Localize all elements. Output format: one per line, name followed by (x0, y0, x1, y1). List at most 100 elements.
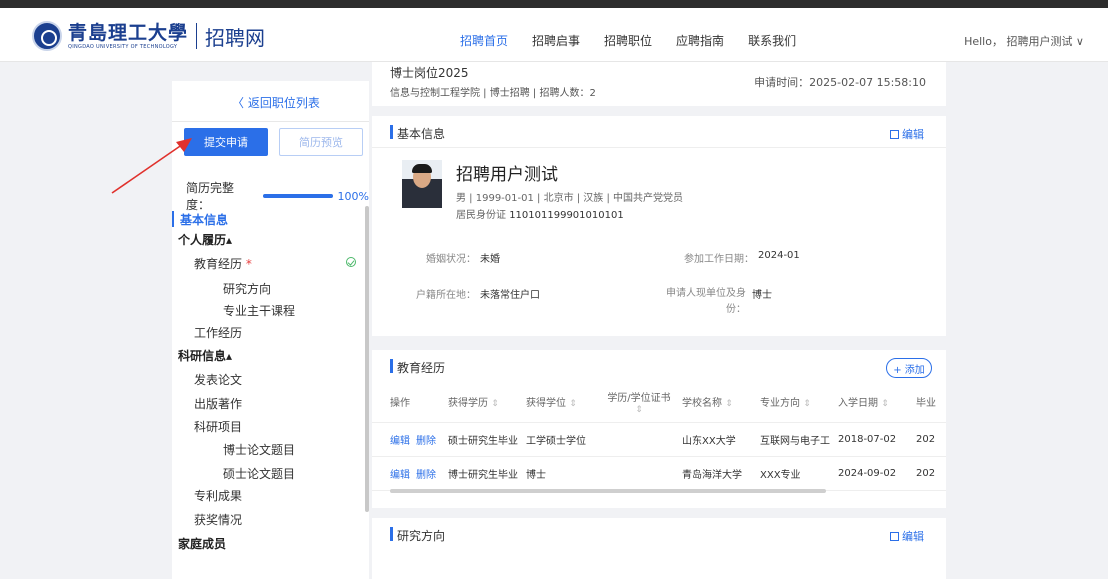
nav-contact[interactable]: 联系我们 (748, 32, 796, 49)
menu-personal-history[interactable]: 个人履历▴ (178, 231, 232, 248)
table-horizontal-scrollbar[interactable] (390, 489, 826, 493)
cell-start-date: 2018-07-02 (834, 422, 912, 457)
delete-row-link[interactable]: 删除 (416, 436, 436, 447)
menu-awards[interactable]: 获奖情况 (194, 511, 242, 528)
section-header: 教育经历 + 添加 (372, 350, 946, 382)
nav-positions[interactable]: 招聘职位 (604, 32, 652, 49)
menu-phd-thesis[interactable]: 博士论文题目 (223, 441, 295, 458)
edit-research-button[interactable]: 编辑 (890, 528, 924, 544)
cell-certificate (600, 422, 678, 457)
completeness-percent: 100% (337, 189, 369, 203)
logo-name-cn: 青島理工大學 (68, 22, 189, 44)
edit-icon (890, 532, 899, 541)
divider (172, 121, 369, 122)
identity-value: 博士 (752, 290, 772, 301)
sort-icon: ⇕ (491, 399, 499, 410)
sort-icon: ⇕ (635, 404, 643, 415)
menu-major-courses[interactable]: 专业主干课程 (223, 302, 295, 319)
cell-certificate (600, 456, 678, 491)
section-title: 教育经历 (397, 361, 446, 375)
logo-name-en: QINGDAO UNIVERSITY OF TECHNOLOGY (68, 44, 178, 50)
job-info-panel: 博士岗位2025 信息与控制工程学院 | 博士招聘 | 招聘人数：2 申请时间：… (372, 62, 946, 106)
education-panel: 教育经历 + 添加 操作 获得学历 ⇕ 获得学位 ⇕ 学历/学位证书 ⇕ 学校名称… (372, 350, 946, 508)
main-nav: 招聘首页 招聘启事 招聘职位 应聘指南 联系我们 (460, 32, 796, 49)
menu-family[interactable]: 家庭成员 (178, 535, 226, 552)
col-degree-level[interactable]: 获得学历 ⇕ (444, 382, 522, 423)
marital-status-label: 婚姻状况： (426, 254, 476, 265)
applicant-id: 居民身份证 110101199901010101 (456, 210, 624, 221)
menu-papers[interactable]: 发表论文 (194, 371, 242, 388)
edit-row-link[interactable]: 编辑 (390, 470, 410, 481)
cell-degree-level: 硕士研究生毕业 (444, 422, 522, 457)
hukou-label: 户籍所在地： (416, 290, 476, 301)
menu-research-direction[interactable]: 研究方向 (223, 280, 271, 297)
table-header-row: 操作 获得学历 ⇕ 获得学位 ⇕ 学历/学位证书 ⇕ 学校名称 ⇕ 专业方向 ⇕ … (372, 382, 946, 423)
site-header: 青島理工大學 QINGDAO UNIVERSITY OF TECHNOLOGY … (0, 8, 1108, 62)
active-menu-indicator (172, 211, 174, 227)
resume-preview-button[interactable]: 简历预览 (279, 128, 363, 156)
caret-up-icon: ▴ (226, 233, 233, 247)
cell-school: 青岛海洋大学 (678, 456, 756, 491)
cell-school: 山东XX大学 (678, 422, 756, 457)
sort-icon: ⇕ (569, 399, 577, 410)
user-menu[interactable]: Hello， 招聘用户测试 ∨ (964, 33, 1084, 49)
menu-education[interactable]: 教育经历 * (194, 255, 252, 272)
job-title: 博士岗位2025 (390, 66, 469, 80)
col-certificate[interactable]: 学历/学位证书 ⇕ (600, 382, 678, 423)
apply-time: 申请时间：2025-02-07 15:58:10 (754, 76, 926, 89)
col-degree[interactable]: 获得学位 ⇕ (522, 382, 600, 423)
work-date-label: 参加工作日期： (684, 254, 754, 265)
back-to-list-link[interactable]: 〈 返回职位列表 (232, 94, 320, 111)
col-actions: 操作 (372, 382, 444, 423)
add-education-button[interactable]: + 添加 (886, 358, 932, 378)
menu-patents[interactable]: 专利成果 (194, 487, 242, 504)
menu-work-experience[interactable]: 工作经历 (194, 324, 242, 341)
table-row: 编辑 删除 硕士研究生毕业 工学硕士学位 山东XX大学 互联网与电子工 2018-… (372, 422, 946, 457)
cell-degree-level: 博士研究生毕业 (444, 456, 522, 491)
caret-up-icon: ▴ (226, 349, 233, 363)
menu-basic-info[interactable]: 基本信息 (180, 211, 228, 228)
menu-master-thesis[interactable]: 硕士论文题目 (223, 465, 295, 482)
nav-guide[interactable]: 应聘指南 (676, 32, 724, 49)
marital-status-value: 未婚 (480, 254, 500, 265)
section-accent-bar (390, 125, 393, 139)
sidebar-scrollbar[interactable] (365, 206, 369, 512)
cell-graduation: 202 (912, 422, 946, 457)
edit-icon (890, 130, 899, 139)
section-title: 基本信息 (397, 127, 446, 141)
section-header: 研究方向 编辑 (372, 518, 946, 550)
menu-research-info[interactable]: 科研信息▴ (178, 347, 232, 364)
cell-degree: 工学硕士学位 (522, 422, 600, 457)
cell-start-date: 2024-09-02 (834, 456, 912, 491)
avatar (402, 160, 442, 208)
page-scrollbar[interactable] (947, 62, 953, 579)
section-accent-bar (390, 527, 393, 541)
table-row: 编辑 删除 博士研究生毕业 博士 青岛海洋大学 XXX专业 2024-09-02 … (372, 456, 946, 491)
sort-icon: ⇕ (725, 399, 733, 410)
col-start-date[interactable]: 入学日期 ⇕ (834, 382, 912, 423)
menu-projects[interactable]: 科研项目 (194, 418, 242, 435)
logo[interactable]: 青島理工大學 QINGDAO UNIVERSITY OF TECHNOLOGY … (32, 21, 265, 51)
cell-major: XXX专业 (756, 456, 834, 491)
basic-info-panel: 基本信息 编辑 招聘用户测试 男 | 1999-01-01 | 北京市 | 汉族… (372, 116, 946, 336)
required-marker: * (245, 257, 252, 271)
col-major[interactable]: 专业方向 ⇕ (756, 382, 834, 423)
col-school[interactable]: 学校名称 ⇕ (678, 382, 756, 423)
applicant-name: 招聘用户测试 (456, 165, 558, 185)
menu-publications[interactable]: 出版著作 (194, 395, 242, 412)
university-seal-icon (32, 21, 62, 51)
edit-basic-info-button[interactable]: 编辑 (890, 126, 924, 142)
cell-major: 互联网与电子工 (756, 422, 834, 457)
applicant-meta: 男 | 1999-01-01 | 北京市 | 汉族 | 中国共产党党员 (456, 193, 684, 204)
nav-home[interactable]: 招聘首页 (460, 32, 508, 49)
sort-icon: ⇕ (803, 399, 811, 410)
sidebar: 〈 返回职位列表 提交申请 简历预览 简历完整度： 100% 基本信息 个人履历… (172, 81, 369, 579)
completeness-progress-fill (262, 194, 333, 198)
section-accent-bar (390, 359, 393, 373)
completeness-progress-bar (262, 194, 333, 198)
nav-announcements[interactable]: 招聘启事 (532, 32, 580, 49)
identity-label: 申请人现单位及身份： (666, 288, 746, 315)
col-graduation[interactable]: 毕业 (912, 382, 946, 423)
edit-row-link[interactable]: 编辑 (390, 436, 410, 447)
delete-row-link[interactable]: 删除 (416, 470, 436, 481)
